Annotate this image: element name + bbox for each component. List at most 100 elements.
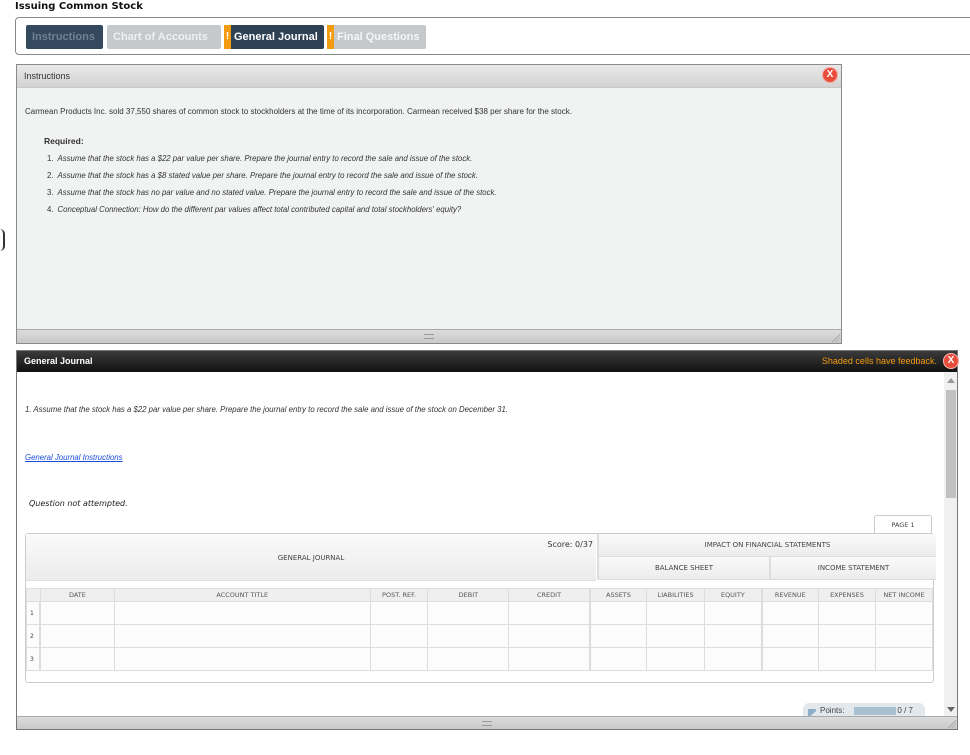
- journal-cell-assets[interactable]: [588, 624, 648, 648]
- journal-cell-post-ref[interactable]: [369, 624, 429, 648]
- row-number: 1: [26, 601, 42, 625]
- page-tab[interactable]: PAGE 1: [874, 515, 932, 535]
- feedback-note: Shaded cells have feedback.: [821, 356, 937, 366]
- points-value: 0 / 7: [897, 706, 913, 715]
- journal-cell-credit[interactable]: [508, 647, 591, 671]
- journal-cell-expenses[interactable]: [818, 647, 876, 671]
- journal-title-block: GENERAL JOURNAL Score: 0/37: [26, 534, 596, 581]
- required-item: 1. Assume that the stock has a $22 par va…: [47, 154, 473, 163]
- tab-instructions[interactable]: Instructions: [26, 25, 103, 49]
- journal-cell-expenses[interactable]: [818, 624, 876, 648]
- expand-arrow-icon[interactable]: [808, 709, 816, 716]
- resize-handle-icon[interactable]: [832, 334, 840, 342]
- general-journal-footer: [17, 716, 957, 729]
- instructions-panel-footer: [17, 329, 841, 343]
- tab-label: General Journal: [234, 31, 318, 43]
- column-header: CREDIT: [508, 588, 591, 602]
- tab-label: Final Questions: [337, 31, 420, 43]
- general-journal-panel: General Journal Shaded cells have feedba…: [16, 350, 959, 730]
- row-number: 3: [26, 647, 42, 671]
- journal-cell-date[interactable]: [39, 624, 115, 648]
- journal-cell-credit[interactable]: [508, 601, 591, 625]
- required-item: 3. Assume that the stock has no par value…: [47, 188, 497, 197]
- journal-cell-revenue[interactable]: [760, 624, 820, 648]
- journal-row: 1: [26, 601, 934, 625]
- close-icon[interactable]: X: [822, 67, 838, 83]
- tab-label: Chart of Accounts: [113, 31, 208, 43]
- journal-cell-post-ref[interactable]: [369, 601, 429, 625]
- journal-cell-net-income[interactable]: [874, 647, 934, 671]
- column-header: POST. REF.: [369, 588, 429, 602]
- journal-title: GENERAL JOURNAL: [277, 554, 345, 562]
- journal-cell-debit[interactable]: [427, 601, 510, 625]
- journal-cell-equity[interactable]: [704, 624, 763, 648]
- journal-cell-net-income[interactable]: [874, 601, 934, 625]
- journal-cell-debit[interactable]: [427, 624, 510, 648]
- drag-grip-icon[interactable]: [424, 334, 434, 339]
- journal-cell-assets[interactable]: [588, 601, 648, 625]
- journal-cell-post-ref[interactable]: [369, 647, 429, 671]
- journal-cell-expenses[interactable]: [818, 601, 876, 625]
- journal-cell-equity[interactable]: [704, 647, 763, 671]
- impact-header: IMPACT ON FINANCIAL STATEMENTS BALANCE S…: [597, 534, 936, 580]
- instructions-panel-title: Instructions: [24, 71, 71, 81]
- general-journal-title: General Journal: [24, 356, 93, 366]
- journal-cell-equity[interactable]: [704, 601, 763, 625]
- journal-cell-credit[interactable]: [508, 624, 591, 648]
- column-header: EXPENSES: [818, 588, 876, 602]
- income-statement-header: INCOME STATEMENT: [817, 564, 890, 572]
- side-handle[interactable]: [0, 229, 5, 251]
- instructions-intro: Carmean Products Inc. sold 37,550 shares…: [25, 107, 572, 116]
- instructions-panel-header: Instructions X: [17, 65, 841, 88]
- column-header: DEBIT: [427, 588, 510, 602]
- scrollbar-thumb[interactable]: [946, 390, 956, 498]
- resize-handle-icon[interactable]: [948, 720, 956, 728]
- required-label: Required:: [44, 136, 84, 146]
- journal-cell-liabilities[interactable]: [646, 601, 706, 625]
- warning-icon: !: [327, 25, 334, 49]
- warning-icon: !: [224, 25, 231, 49]
- drag-grip-icon[interactable]: [482, 721, 492, 726]
- tab-final-questions[interactable]: ! Final Questions: [327, 25, 426, 49]
- scroll-up-icon[interactable]: [947, 378, 955, 383]
- journal-cell-revenue[interactable]: [760, 647, 820, 671]
- journal-cell-liabilities[interactable]: [646, 647, 706, 671]
- journal-cell-assets[interactable]: [588, 647, 648, 671]
- scroll-down-icon[interactable]: [947, 707, 955, 712]
- column-header: ACCOUNT TITLE: [113, 588, 371, 602]
- tab-general-journal[interactable]: ! General Journal: [224, 25, 324, 49]
- instructions-panel: Instructions X Carmean Products Inc. sol…: [16, 64, 842, 344]
- journal-cell-account-title[interactable]: [113, 647, 371, 671]
- balance-sheet-header: BALANCE SHEET: [599, 557, 771, 579]
- journal-cell-debit[interactable]: [427, 647, 510, 671]
- points-label: Points:: [820, 706, 845, 715]
- journal-cell-date[interactable]: [39, 601, 115, 625]
- journal-cell-account-title[interactable]: [113, 624, 371, 648]
- journal-row: 3: [26, 647, 934, 671]
- general-journal-instructions-link[interactable]: General Journal Instructions: [25, 453, 123, 462]
- required-item: 2. Assume that the stock has a $8 stated …: [47, 171, 478, 180]
- journal-cell-liabilities[interactable]: [646, 624, 706, 648]
- required-list: 1. Assume that the stock has a $22 par va…: [25, 154, 833, 214]
- journal-cell-account-title[interactable]: [113, 601, 371, 625]
- required-item: 4. Conceptual Connection: How do the diff…: [47, 205, 462, 214]
- column-header: EQUITY: [704, 588, 763, 602]
- tab-chart-of-accounts[interactable]: Chart of Accounts: [107, 25, 221, 49]
- journal-cell-date[interactable]: [39, 647, 115, 671]
- question-text: 1. Assume that the stock has a $22 par v…: [25, 405, 508, 414]
- score: Score: 0/37: [547, 540, 593, 549]
- column-header: NET INCOME: [874, 588, 934, 602]
- column-header: REVENUE: [760, 588, 820, 602]
- general-journal-header: General Journal Shaded cells have feedba…: [17, 351, 959, 372]
- vertical-scrollbar[interactable]: [944, 372, 957, 718]
- points-progress-bar: [854, 707, 896, 715]
- journal-table: GENERAL JOURNAL Score: 0/37 IMPACT ON FI…: [25, 533, 936, 683]
- tab-label: Instructions: [32, 31, 95, 43]
- column-header: LIABILITIES: [646, 588, 706, 602]
- journal-cell-net-income[interactable]: [874, 624, 934, 648]
- column-header: ASSETS: [588, 588, 648, 602]
- close-icon[interactable]: X: [943, 353, 959, 369]
- page-title: Issuing Common Stock: [15, 1, 143, 12]
- row-number-header: [26, 588, 41, 602]
- journal-cell-revenue[interactable]: [760, 601, 820, 625]
